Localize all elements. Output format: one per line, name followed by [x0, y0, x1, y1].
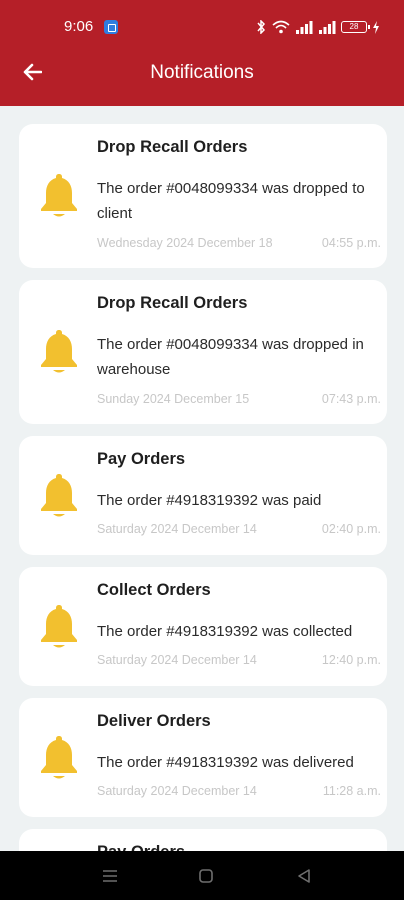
- system-navigation-bar: [0, 851, 404, 900]
- signal-icon: [295, 20, 313, 34]
- home-square-icon: [195, 869, 217, 891]
- bell-icon: [39, 734, 79, 782]
- notification-title: Drop Recall Orders: [97, 294, 248, 312]
- notification-card[interactable]: Pay Orders The order #4918319392 was pai…: [19, 436, 387, 555]
- wifi-icon: [272, 20, 290, 34]
- notification-message: The order #4918319392 was paid: [97, 492, 322, 509]
- top-bar: 9:06 28 Notifications: [0, 0, 404, 106]
- signal-icon-2: [318, 20, 336, 34]
- notification-time: 07:43 p.m.: [321, 392, 381, 406]
- page-title: Notifications: [150, 62, 254, 83]
- notification-title: Collect Orders: [97, 581, 211, 599]
- notification-date: Saturday 2024 December 14: [97, 653, 257, 667]
- notification-card[interactable]: Drop Recall Orders The order #0048099334…: [19, 280, 387, 424]
- system-back-button[interactable]: [293, 865, 315, 887]
- charging-icon: [372, 20, 380, 34]
- bell-icon: [39, 603, 79, 651]
- app-screen: 9:06 28 Notifications Drop Recall Orders…: [0, 0, 404, 900]
- notification-card[interactable]: Collect Orders The order #4918319392 was…: [19, 567, 387, 686]
- notification-app-icon: [104, 20, 118, 34]
- notification-time: 12:40 p.m.: [321, 653, 381, 667]
- bell-icon: [39, 472, 79, 520]
- notification-date: Saturday 2024 December 14: [97, 784, 257, 798]
- notification-message: The order #0048099334 was dropped to cli…: [97, 180, 365, 222]
- status-time: 9:06: [64, 18, 94, 35]
- notification-time: 02:40 p.m.: [321, 522, 381, 536]
- battery-indicator: 28: [341, 21, 370, 33]
- notification-time: 04:55 p.m.: [321, 236, 381, 250]
- bell-icon: [39, 172, 79, 220]
- notification-title: Deliver Orders: [97, 712, 211, 730]
- app-bar: Notifications: [0, 50, 404, 106]
- notification-title: Drop Recall Orders: [97, 138, 248, 156]
- notification-message: The order #0048099334 was dropped in war…: [97, 336, 364, 378]
- notification-message: The order #4918319392 was delivered: [97, 754, 354, 771]
- status-bar: 9:06 28: [0, 0, 404, 50]
- bell-icon: [39, 328, 79, 376]
- menu-icon: [99, 870, 121, 891]
- notification-card[interactable]: Drop Recall Orders The order #0048099334…: [19, 124, 387, 268]
- triangle-back-icon: [293, 869, 315, 891]
- notification-title: Pay Orders: [97, 450, 186, 468]
- notification-date: Sunday 2024 December 15: [97, 392, 250, 406]
- status-icons: 28: [255, 17, 380, 37]
- recent-apps-button[interactable]: [99, 865, 121, 887]
- notification-list[interactable]: Drop Recall Orders The order #0048099334…: [19, 124, 387, 900]
- notification-time: 11:28 a.m.: [322, 784, 381, 798]
- bluetooth-icon: [255, 20, 267, 34]
- home-button[interactable]: [195, 865, 217, 887]
- notification-date: Wednesday 2024 December 18: [97, 236, 273, 250]
- notification-card[interactable]: Deliver Orders The order #4918319392 was…: [19, 698, 387, 817]
- notification-message: The order #4918319392 was collected: [97, 623, 353, 640]
- notification-date: Saturday 2024 December 14: [97, 522, 257, 536]
